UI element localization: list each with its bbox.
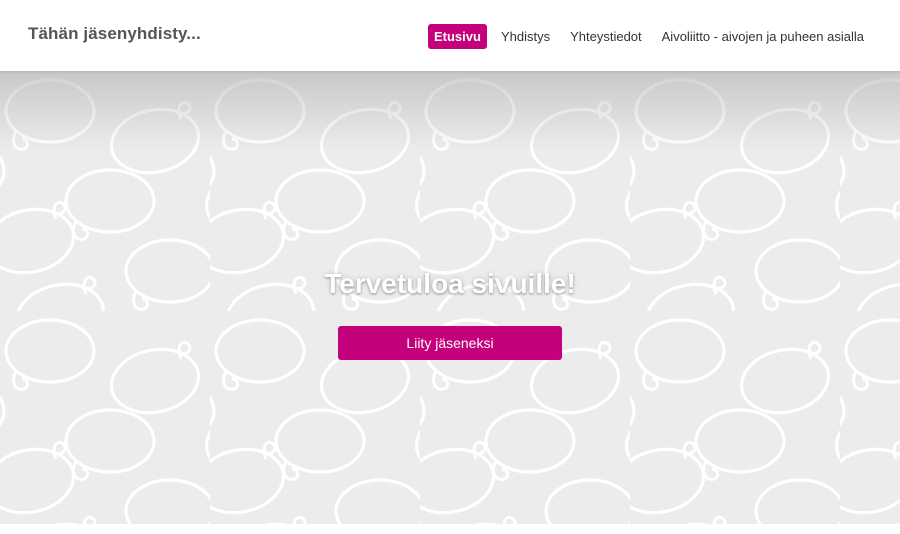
nav-item-etusivu[interactable]: Etusivu <box>427 24 487 49</box>
page-bottom-strip <box>0 524 900 534</box>
page: Tähän jäsenyhdisty... Etusivu Yhdistys Y… <box>0 0 900 534</box>
site-title[interactable]: Tähän jäsenyhdisty... <box>28 24 201 44</box>
hero-title: Tervetuloa sivuille! <box>324 268 576 299</box>
nav-item-yhteystiedot[interactable]: Yhteystiedot <box>564 24 648 49</box>
hero-top-shade <box>0 71 900 151</box>
site-header: Tähän jäsenyhdisty... Etusivu Yhdistys Y… <box>0 0 900 71</box>
nav-item-yhdistys[interactable]: Yhdistys <box>495 24 556 49</box>
main-nav: Etusivu Yhdistys Yhteystiedot Aivoliitto… <box>427 24 870 49</box>
join-button[interactable]: Liity jäseneksi <box>338 326 562 360</box>
nav-item-aivoliitto[interactable]: Aivoliitto - aivojen ja puheen asialla <box>656 24 870 49</box>
hero-section: Tervetuloa sivuille! Liity jäseneksi <box>0 71 900 524</box>
